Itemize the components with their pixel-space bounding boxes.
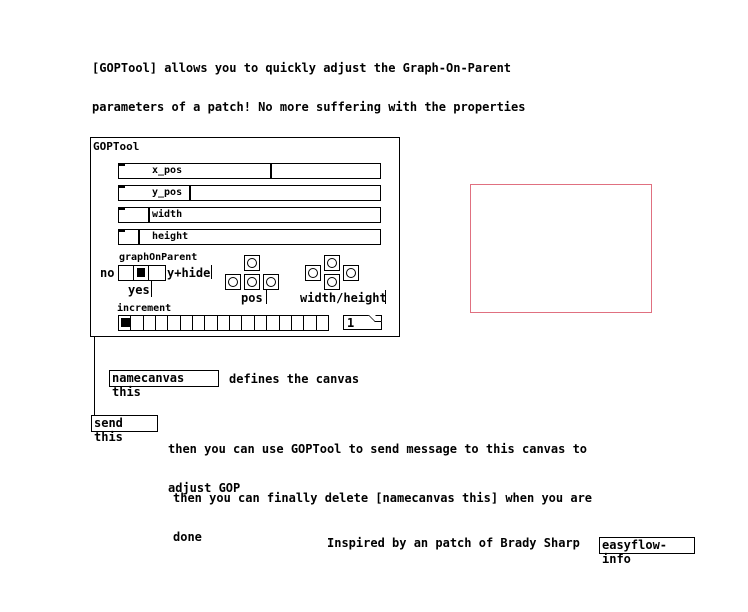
increment-radio-selected <box>121 318 130 327</box>
gop-rectangle <box>470 184 652 313</box>
width-slider-handle[interactable] <box>148 208 150 222</box>
x-pos-slider[interactable]: x_pos <box>118 163 381 179</box>
gop-radio-hide[interactable] <box>149 266 165 280</box>
increment-radio-cell[interactable] <box>230 316 243 330</box>
gop-yes-divider <box>151 281 152 297</box>
y-pos-slider[interactable]: y_pos <box>118 185 381 201</box>
increment-radio-cell[interactable] <box>280 316 292 330</box>
increment-radio-cell[interactable] <box>317 316 329 330</box>
increment-radio-cell[interactable] <box>205 316 218 330</box>
increment-radio-cell[interactable] <box>119 316 132 330</box>
gop-hide-divider <box>211 265 212 279</box>
increment-radio-cell[interactable] <box>156 316 169 330</box>
width-label: width <box>152 209 183 220</box>
pos-divider <box>266 290 267 304</box>
credit-comment: Inspired by an patch of Brady Sharp <box>327 536 580 550</box>
gop-radio-selected <box>137 268 145 277</box>
namecanvas-comment: defines the canvas <box>229 372 360 386</box>
gop-radio-yes[interactable] <box>134 266 149 280</box>
send-text: send this <box>94 416 123 444</box>
goptool-title: GOPTool <box>93 140 140 153</box>
increment-number-value: 1 <box>347 316 355 330</box>
increment-radio-cell[interactable] <box>292 316 305 330</box>
gop-title: graphOnParent <box>119 252 198 263</box>
pos-down-button[interactable] <box>244 274 260 290</box>
x-pos-label: x_pos <box>152 165 183 176</box>
pos-label: pos <box>241 291 263 305</box>
intro-line-1: [GOPTool] allows you to quickly adjust t… <box>92 61 512 75</box>
gop-radio[interactable] <box>118 265 166 281</box>
wh-divider <box>385 290 386 304</box>
increment-radio-cell[interactable] <box>181 316 194 330</box>
increment-radio-cell[interactable] <box>255 316 268 330</box>
increment-radio-cell[interactable] <box>218 316 231 330</box>
increment-radio-cell[interactable] <box>243 316 255 330</box>
easyflow-info-object[interactable]: easyflow-info <box>599 537 695 566</box>
connection-cord <box>94 337 95 415</box>
height-slider-handle[interactable] <box>138 230 140 244</box>
intro-line-2: parameters of a patch! No more suffering… <box>92 100 526 114</box>
send-object[interactable]: send this <box>91 415 158 444</box>
increment-radio-cell[interactable] <box>131 316 144 330</box>
pos-right-button[interactable] <box>263 274 279 290</box>
increment-label: increment <box>117 303 172 314</box>
gop-yes-label: yes <box>128 283 150 297</box>
namecanvas-text: namecanvas this <box>112 371 185 399</box>
pos-up-button[interactable] <box>244 255 260 271</box>
send-comment-line-1: then you can use GOPTool to send message… <box>168 442 588 456</box>
increment-radio[interactable] <box>118 315 329 331</box>
gop-no-label: no <box>100 266 115 280</box>
pos-left-button[interactable] <box>225 274 241 290</box>
gop-radio-no[interactable] <box>119 266 134 280</box>
delete-comment-line-1: then you can finally delete [namecanvas … <box>173 491 593 505</box>
increment-radio-cell[interactable] <box>168 316 181 330</box>
easyflow-info-text: easyflow-info <box>602 538 668 566</box>
gop-hide-label: y+hide <box>167 266 211 280</box>
increment-number-box[interactable]: 1 <box>343 315 382 330</box>
goptool-gop-box[interactable]: GOPTool x_pos y_pos width height graphOn… <box>90 137 400 337</box>
x-pos-slider-handle[interactable] <box>270 164 272 178</box>
y-pos-label: y_pos <box>152 187 183 198</box>
increment-radio-cell[interactable] <box>144 316 157 330</box>
wh-left-button[interactable] <box>305 265 321 281</box>
namecanvas-object[interactable]: namecanvas this <box>109 370 219 399</box>
wh-up-button[interactable] <box>324 255 340 271</box>
increment-radio-cell[interactable] <box>304 316 317 330</box>
y-pos-slider-handle[interactable] <box>189 186 191 200</box>
increment-radio-cell[interactable] <box>267 316 280 330</box>
increment-radio-cell[interactable] <box>193 316 206 330</box>
width-slider[interactable]: width <box>118 207 381 223</box>
height-slider[interactable]: height <box>118 229 381 245</box>
wh-down-button[interactable] <box>324 274 340 290</box>
height-label: height <box>152 231 189 242</box>
wh-right-button[interactable] <box>343 265 359 281</box>
wh-label: width/height <box>300 291 387 305</box>
